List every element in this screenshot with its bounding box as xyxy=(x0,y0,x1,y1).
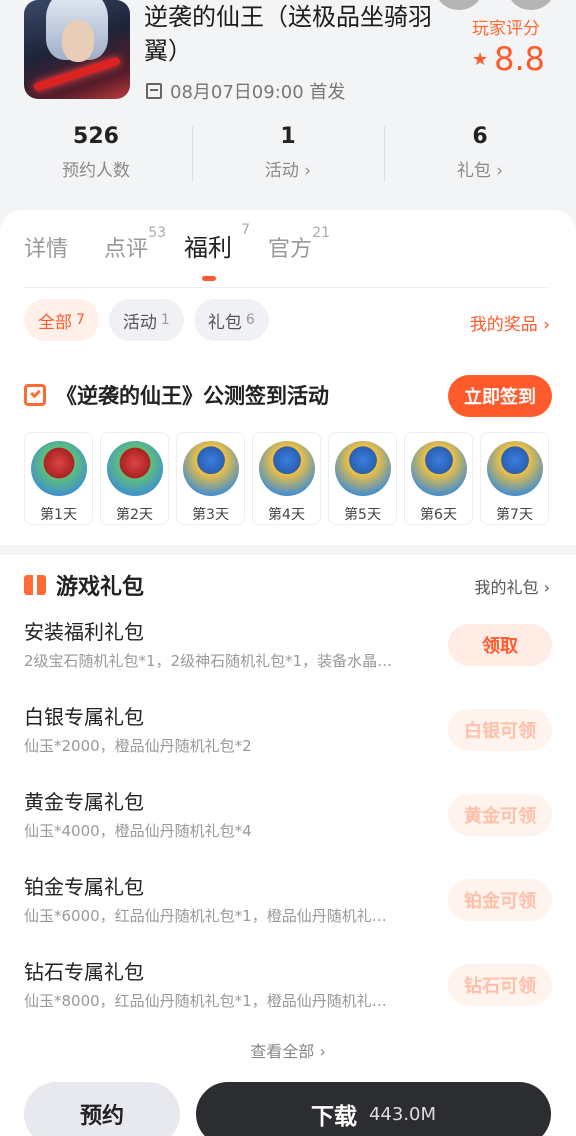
my-prizes-link[interactable]: 我的奖品 › xyxy=(470,310,550,335)
claim-button[interactable]: 黄金可领 xyxy=(448,794,552,836)
stat-label: 活动 › xyxy=(264,161,312,181)
list-item[interactable]: 钻石专属礼包 仙玉*8000，红品仙丹随机礼包*1，橙品仙丹随机礼… 钻石可领 xyxy=(24,958,552,1043)
stat-activities[interactable]: 1 活动 › xyxy=(192,120,384,190)
tab-details[interactable]: 详情 xyxy=(24,231,68,263)
day-reward[interactable]: 第6天 xyxy=(404,432,473,525)
divider xyxy=(24,287,550,288)
game-title: 逆袭的仙王（送极品坐骑羽翼） xyxy=(144,3,432,65)
list-item[interactable]: 白银专属礼包 仙玉*2000，橙品仙丹随机礼包*2 白银可领 xyxy=(24,703,552,788)
tab-official[interactable]: 官方 21 xyxy=(268,225,330,263)
rating: ★ 8.8 xyxy=(472,40,545,78)
day-reward[interactable]: 第3天 xyxy=(176,432,245,525)
stat-label: 预约人数 xyxy=(62,161,130,181)
rating-score: 8.8 xyxy=(494,40,546,78)
star-icon: ★ xyxy=(472,48,489,70)
day-reward[interactable]: 第1天 xyxy=(24,432,93,525)
stat-label: 礼包 › xyxy=(456,161,504,181)
section-separator xyxy=(0,545,576,555)
filter-chips: 全部 7 活动 1 礼包 6 xyxy=(24,299,269,341)
gifts-title: 游戏礼包 xyxy=(56,575,145,600)
reward-image xyxy=(258,441,315,496)
reserve-button[interactable]: 预约 xyxy=(24,1082,180,1136)
chip-gifts[interactable]: 礼包 6 xyxy=(193,299,269,341)
gifts-header: 游戏礼包 我的礼包 › xyxy=(24,570,552,600)
tab-count: 53 xyxy=(148,225,167,241)
stat-reservations: 526 预约人数 xyxy=(0,120,192,190)
claim-button[interactable]: 白银可领 xyxy=(448,709,552,751)
reward-image xyxy=(182,441,239,496)
view-all-link[interactable]: 查看全部 › xyxy=(0,1038,576,1062)
download-label: 下载 xyxy=(310,1104,357,1130)
gift-desc: 仙玉*6000，红品仙丹随机礼包*1，橙品仙丹随机礼… xyxy=(24,907,387,925)
gift-desc: 仙玉*2000，橙品仙丹随机礼包*2 xyxy=(24,737,252,755)
claim-button[interactable]: 铂金可领 xyxy=(448,879,552,921)
release-info: 08月07日09:00 首发 xyxy=(146,78,345,104)
reward-image xyxy=(30,441,87,496)
rating-label: 玩家评分 xyxy=(472,19,540,39)
tab-count: 21 xyxy=(312,225,331,241)
release-date: 08月07日09:00 首发 xyxy=(170,82,346,103)
game-icon-image[interactable] xyxy=(24,0,130,99)
tab-reviews[interactable]: 点评 53 xyxy=(104,225,166,263)
my-gifts-link[interactable]: 我的礼包 › xyxy=(475,574,551,598)
calendar-check-icon xyxy=(24,384,46,406)
claim-button[interactable]: 领取 xyxy=(448,624,552,666)
content-card: 详情 点评 53 福利 7 官方 21 全部 7 活动 1 礼包 6 我的奖品 › 《逆袭的… xyxy=(0,210,576,1136)
chip-all[interactable]: 全部 7 xyxy=(24,299,99,341)
download-button[interactable]: 下载 443.0M xyxy=(196,1082,551,1136)
list-item[interactable]: 安装福利礼包 2级宝石随机礼包*1，2级神石随机礼包*1，装备水晶… 领取 xyxy=(24,618,552,703)
list-item[interactable]: 黄金专属礼包 仙玉*4000，橙品仙丹随机礼包*4 黄金可领 xyxy=(24,788,552,873)
stat-number: 1 xyxy=(280,124,296,149)
chip-activities[interactable]: 活动 1 xyxy=(108,299,184,341)
checkin-title: 《逆袭的仙王》公测签到活动 xyxy=(56,384,329,408)
reward-image xyxy=(334,441,391,496)
gift-desc: 2级宝石随机礼包*1，2级神石随机礼包*1，装备水晶… xyxy=(24,652,393,670)
day-reward[interactable]: 第2天 xyxy=(100,432,169,525)
claim-button[interactable]: 钻石可领 xyxy=(448,964,552,1006)
download-size: 443.0M xyxy=(368,1103,437,1125)
gift-list: 安装福利礼包 2级宝石随机礼包*1，2级神石随机礼包*1，装备水晶… 领取 白银… xyxy=(24,618,552,1043)
day-reward[interactable]: 第4天 xyxy=(252,432,321,525)
gift-desc: 仙玉*4000，橙品仙丹随机礼包*4 xyxy=(24,822,252,840)
tab-bar: 详情 点评 53 福利 7 官方 21 xyxy=(24,222,348,281)
tab-count: 7 xyxy=(241,222,251,238)
tab-welfare[interactable]: 福利 7 xyxy=(184,222,250,281)
checkin-button[interactable]: 立即签到 xyxy=(448,375,552,417)
bottom-bar: 预约 下载 443.0M xyxy=(0,1072,576,1136)
stat-number: 526 xyxy=(73,124,119,149)
list-item[interactable]: 铂金专属礼包 仙玉*6000，红品仙丹随机礼包*1，橙品仙丹随机礼… 铂金可领 xyxy=(24,873,552,958)
reward-image xyxy=(410,441,467,496)
checkin-header: 《逆袭的仙王》公测签到活动 立即签到 xyxy=(24,375,552,417)
reward-image xyxy=(486,441,543,496)
calendar-icon xyxy=(146,83,162,99)
stats-bar: 526 预约人数 1 活动 › 6 礼包 › xyxy=(0,120,576,190)
day-reward[interactable]: 第7天 xyxy=(480,432,549,525)
day-reward[interactable]: 第5天 xyxy=(328,432,397,525)
stat-gifts[interactable]: 6 礼包 › xyxy=(384,120,576,190)
checkin-days: 第1天 第2天 第3天 第4天 第5天 第6天 第7天 xyxy=(24,432,549,525)
reward-image xyxy=(106,441,163,496)
stat-number: 6 xyxy=(472,124,488,149)
gift-icon xyxy=(24,575,46,595)
gift-desc: 仙玉*8000，红品仙丹随机礼包*1，橙品仙丹随机礼… xyxy=(24,992,387,1010)
